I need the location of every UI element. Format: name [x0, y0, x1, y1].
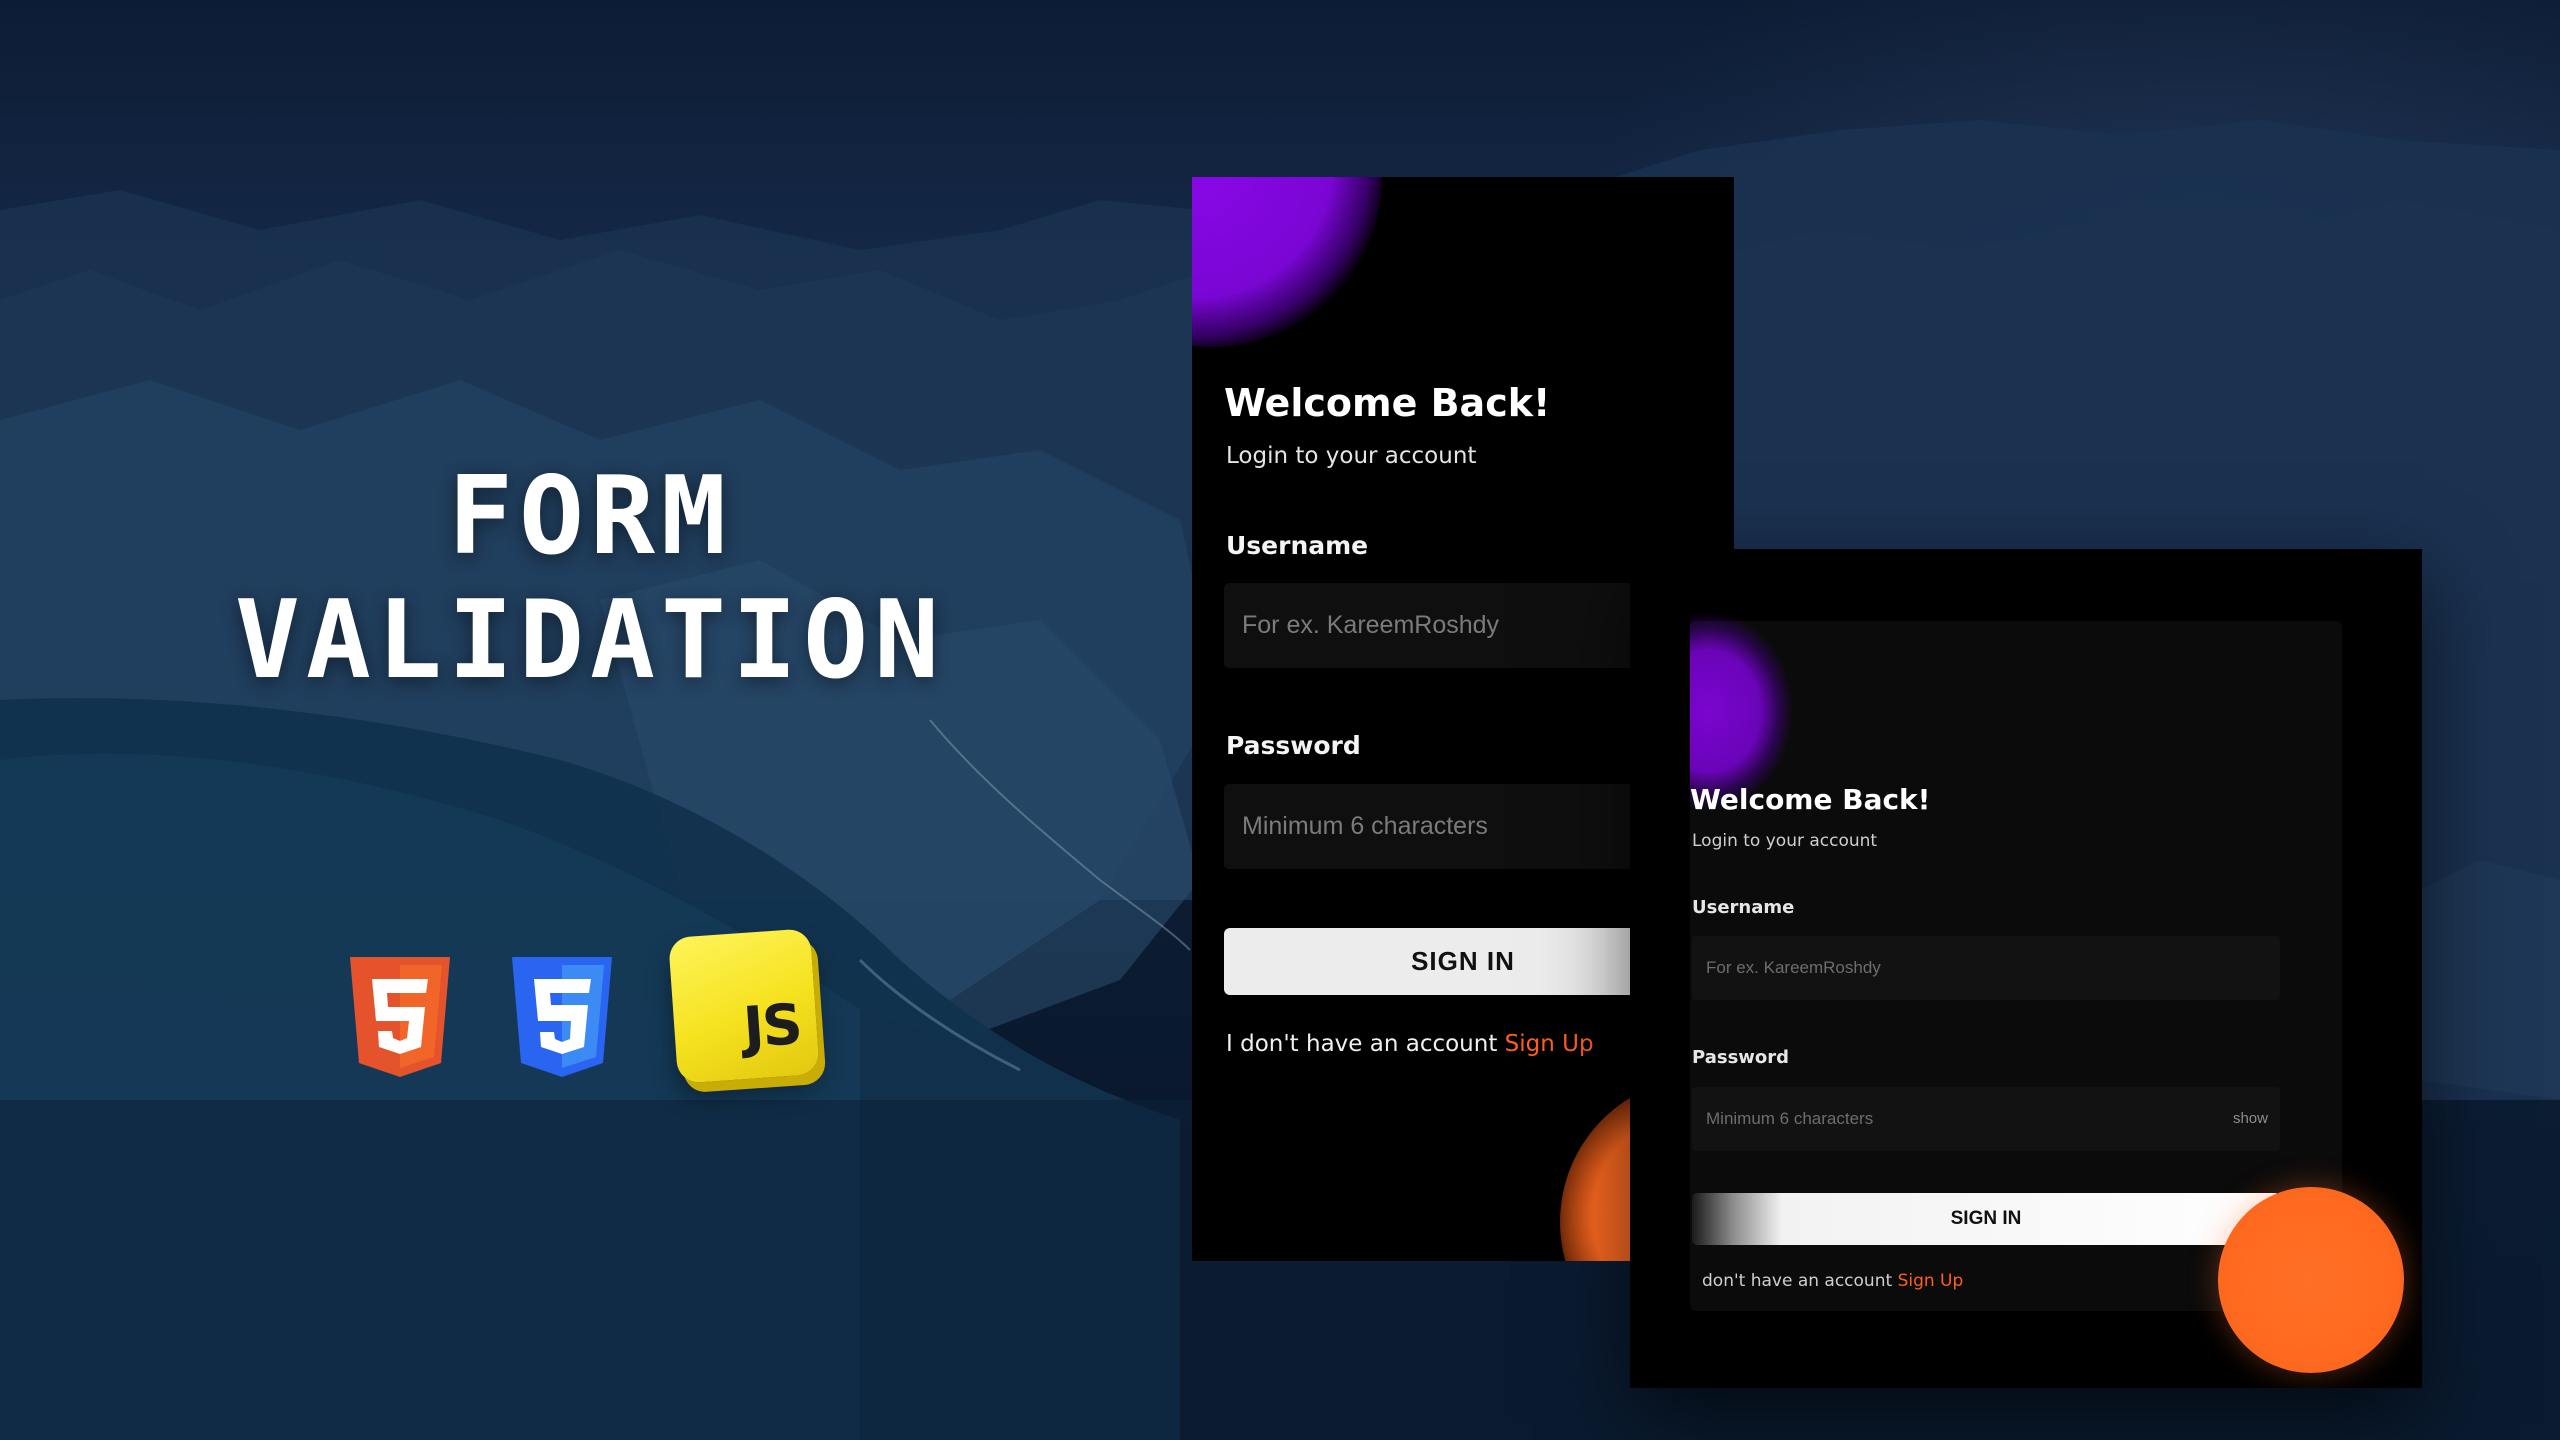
preview-show-password-toggle[interactable]: show	[2233, 1110, 2268, 1127]
preview-title: Welcome Back!	[1690, 783, 1931, 816]
css3-icon	[512, 957, 612, 1077]
javascript-icon-label: JS	[741, 992, 803, 1062]
preview-password-field-container: show	[1692, 1087, 2280, 1151]
preview-orange-blob-decoration	[2218, 1187, 2404, 1373]
preview-password-label: Password	[1692, 1047, 1790, 1068]
username-label: Username	[1226, 531, 1369, 560]
preview-username-label: Username	[1692, 897, 1795, 918]
preview-subtitle: Login to your account	[1692, 831, 1878, 851]
preview-signup-prompt-text: don't have an account	[1702, 1271, 1893, 1291]
card-title: Welcome Back!	[1224, 381, 1551, 425]
headline-line-validation: VALIDATION	[234, 578, 946, 703]
purple-blob-decoration	[1192, 177, 1382, 347]
preview-signup-prompt: don't have an account Sign Up	[1702, 1271, 1963, 1291]
preview-form-panel: Welcome Back! Login to your account User…	[1690, 606, 2342, 1311]
preview-sign-up-link[interactable]: Sign Up	[1898, 1271, 1964, 1291]
password-label: Password	[1226, 731, 1361, 760]
card-subtitle: Login to your account	[1226, 443, 1477, 469]
headline-title: FORM VALIDATION	[170, 455, 1010, 703]
signup-prompt: I don't have an account Sign Up	[1226, 1031, 1594, 1057]
tech-logos: JS	[345, 925, 825, 1085]
preview-card: Welcome Back! Login to your account User…	[1630, 549, 2422, 1388]
javascript-icon: JS	[668, 928, 820, 1084]
preview-password-input[interactable]	[1692, 1087, 2280, 1151]
preview-username-input[interactable]	[1692, 936, 2280, 1000]
sign-up-link[interactable]: Sign Up	[1505, 1031, 1594, 1057]
headline-line-form: FORM	[447, 454, 733, 579]
html5-icon	[350, 957, 450, 1077]
preview-sign-in-button[interactable]: SIGN IN	[1692, 1193, 2280, 1245]
signup-prompt-text: I don't have an account	[1226, 1031, 1498, 1057]
preview-username-field-container	[1692, 936, 2280, 1000]
